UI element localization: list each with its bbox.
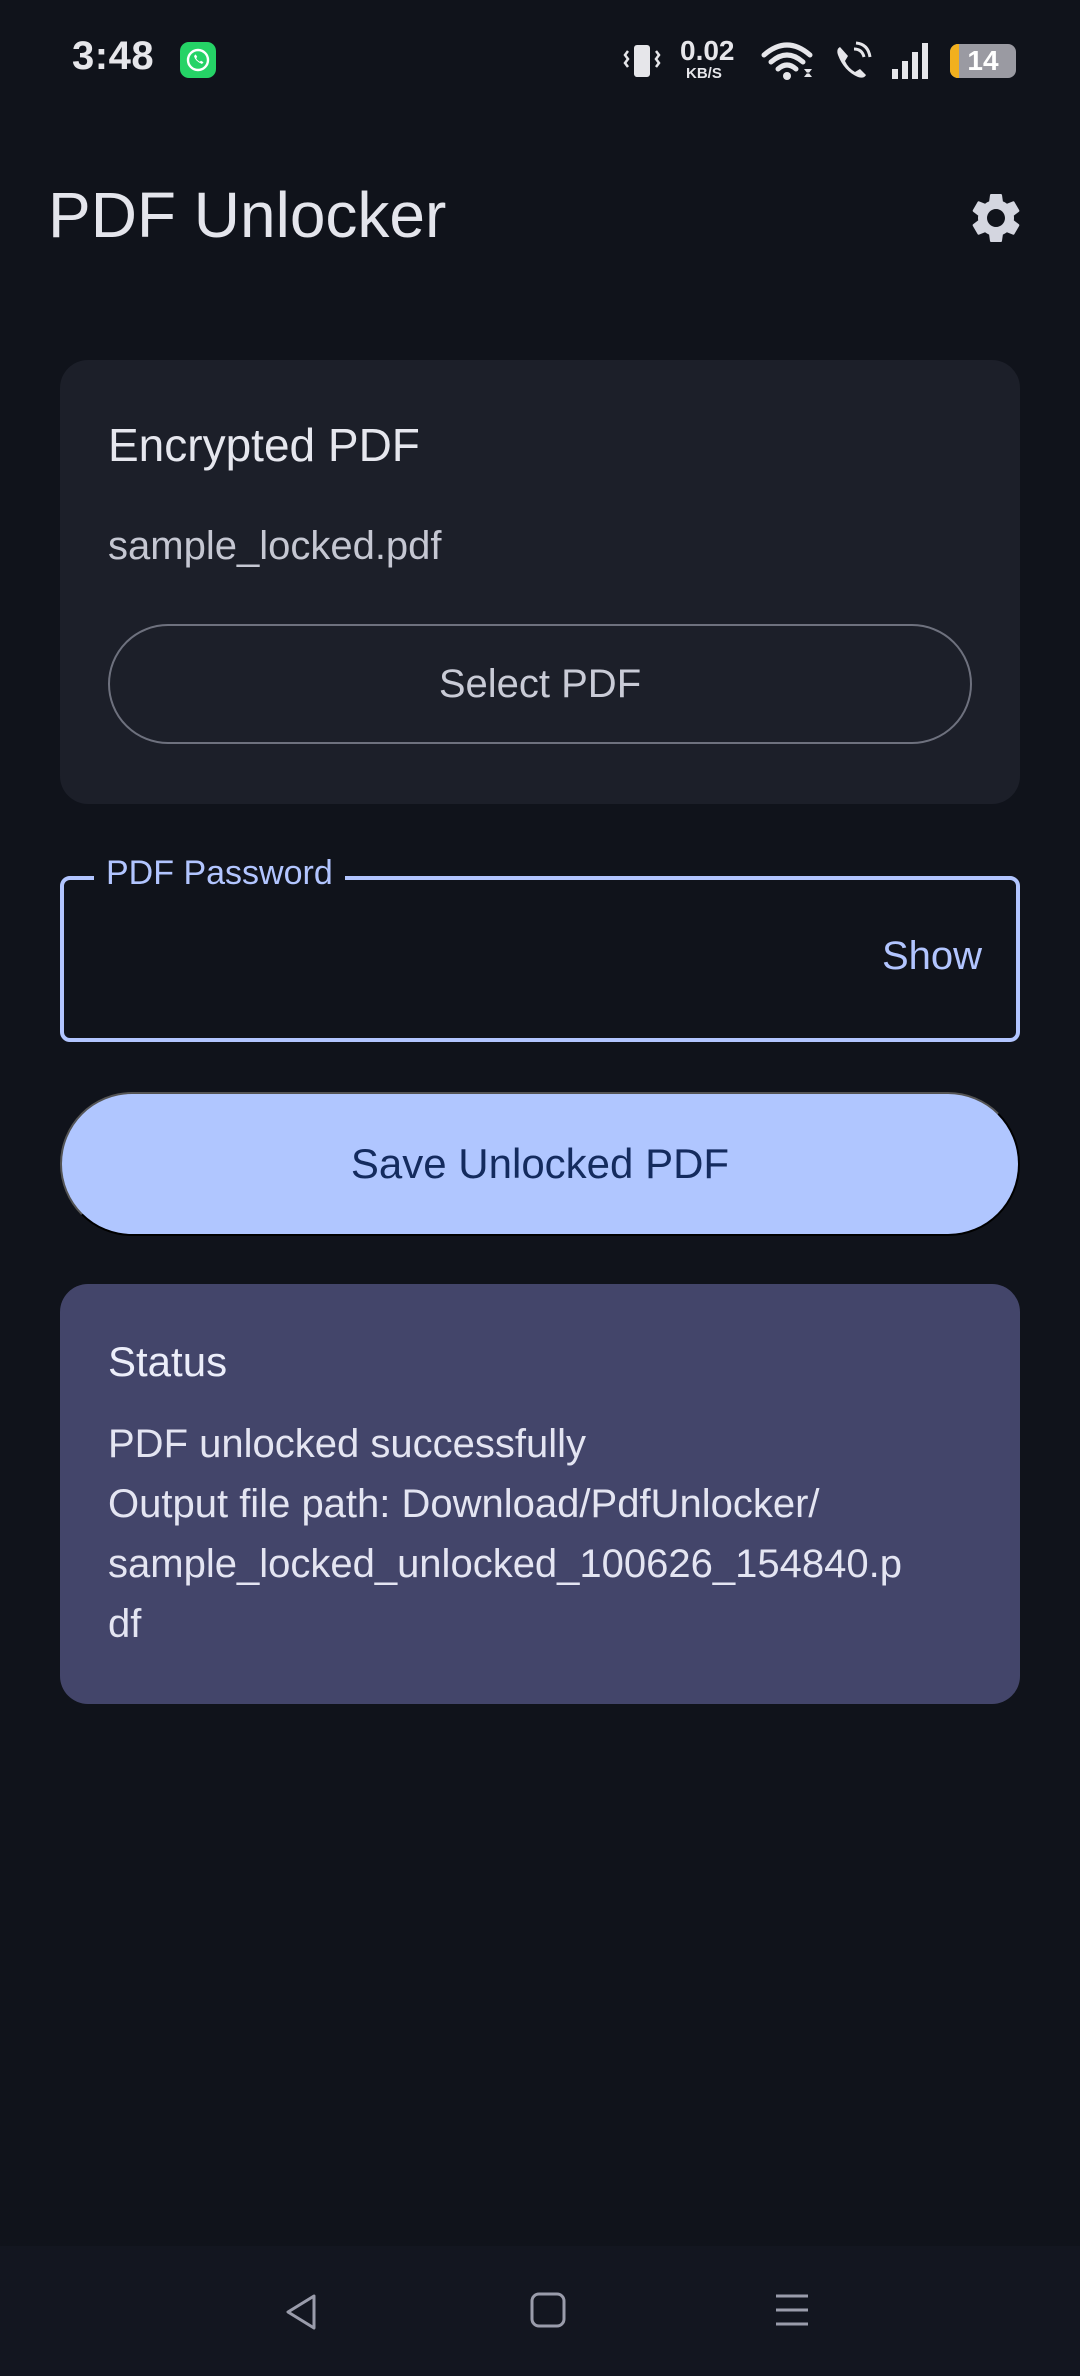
back-icon[interactable]: [280, 2290, 324, 2334]
wifi-icon: [761, 42, 813, 80]
wifi-call-icon: [837, 41, 872, 78]
status-line: PDF unlocked successfully: [108, 1422, 586, 1466]
password-field[interactable]: PDF Password Show: [60, 854, 1020, 1042]
save-unlocked-pdf-button[interactable]: Save Unlocked PDF: [60, 1092, 1020, 1236]
status-bar: 3:48 0.02 KB/S 14: [0, 0, 1080, 120]
net-speed-unit: KB/S: [686, 65, 722, 82]
home-icon[interactable]: [528, 2290, 568, 2330]
battery-icon: 14: [950, 44, 1016, 78]
net-speed-value: 0.02: [680, 35, 735, 66]
status-message: PDF unlocked successfully Output file pa…: [108, 1414, 988, 1654]
status-card: Status PDF unlocked successfully Output …: [60, 1284, 1020, 1704]
selected-file-name: sample_locked.pdf: [108, 524, 442, 568]
vibrate-icon: [623, 45, 661, 77]
password-label: PDF Password: [94, 854, 345, 893]
status-time: 3:48: [72, 34, 155, 78]
show-password-toggle[interactable]: Show: [882, 934, 982, 979]
password-input[interactable]: [104, 920, 864, 1000]
navigation-bar: [0, 2246, 1080, 2376]
status-icons: 0.02 KB/S 14: [622, 36, 1016, 86]
screen: 3:48 0.02 KB/S 14 PDF Unlocker Encrypted…: [0, 0, 1080, 2376]
select-pdf-button[interactable]: Select PDF: [108, 624, 972, 744]
card-title: Encrypted PDF: [108, 419, 420, 471]
whatsapp-icon: [180, 42, 216, 78]
status-line: sample_locked_unlocked_100626_154840.p: [108, 1542, 902, 1586]
encrypted-pdf-card: Encrypted PDF sample_locked.pdf Select P…: [60, 360, 1020, 804]
net-speed: 0.02 KB/S: [680, 35, 742, 84]
gear-icon: [972, 193, 1020, 242]
status-title: Status: [108, 1338, 228, 1385]
signal-icon: [892, 43, 928, 79]
page-title: PDF Unlocker: [48, 179, 447, 251]
settings-button[interactable]: [958, 180, 1034, 256]
status-line: df: [108, 1602, 142, 1646]
status-line: Output file path: Download/PdfUnlocker/: [108, 1482, 820, 1526]
battery-level: 14: [967, 45, 999, 76]
recents-icon[interactable]: [772, 2290, 812, 2330]
